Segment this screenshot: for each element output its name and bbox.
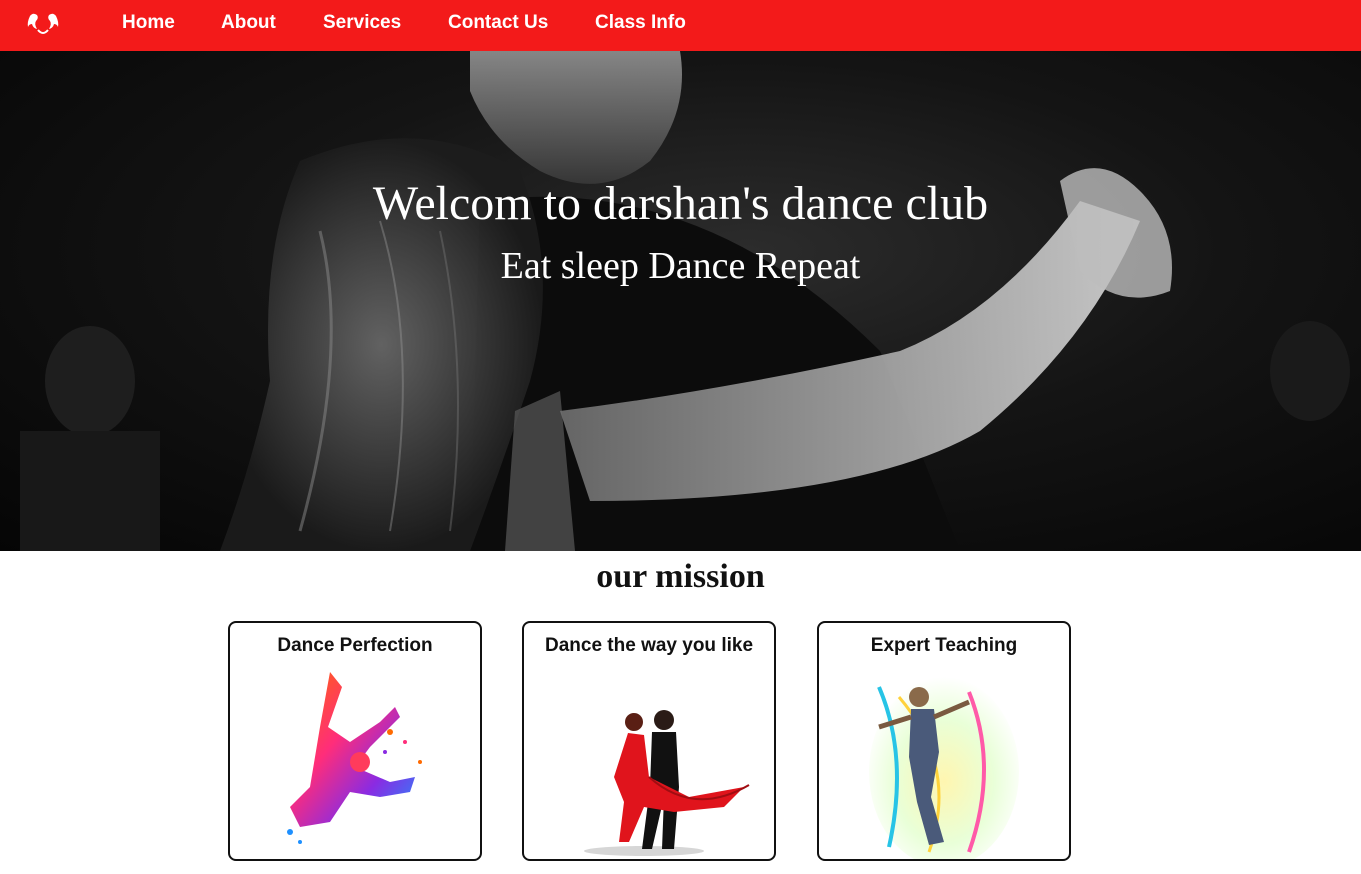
nav-services-link[interactable]: Services <box>323 12 401 34</box>
nav-contact-link[interactable]: Contact Us <box>448 12 548 34</box>
nav-about-link[interactable]: About <box>221 12 276 34</box>
mission-card-expert-teaching[interactable]: Expert Teaching <box>817 621 1071 861</box>
mission-heading: our mission <box>596 558 765 595</box>
mission-card-dance-the-way[interactable]: Dance the way you like <box>522 621 776 861</box>
nav-home-link[interactable]: Home <box>122 12 175 34</box>
mission-card-dance-perfection[interactable]: Dance Perfection <box>228 621 482 861</box>
artistic-dancer-image <box>869 677 1019 859</box>
dancing-couple-background-image <box>20 51 1350 551</box>
card-title: Dance the way you like <box>544 635 754 656</box>
navbar: Home About Services Contact Us Class Inf… <box>0 0 1361 51</box>
hero-title: Welcom to darshan's dance club <box>372 177 989 230</box>
dancers-logo-icon[interactable] <box>24 10 62 38</box>
couple-dancing-image <box>584 710 750 856</box>
hero-banner: Welcom to darshan's dance club Eat sleep… <box>0 51 1361 551</box>
nav-class-info-link[interactable]: Class Info <box>595 12 686 34</box>
hero-subtitle: Eat sleep Dance Repeat <box>500 245 861 287</box>
card-title: Dance Perfection <box>277 635 433 656</box>
card-title: Expert Teaching <box>870 635 1018 656</box>
colorful-dancer-image <box>287 672 422 844</box>
